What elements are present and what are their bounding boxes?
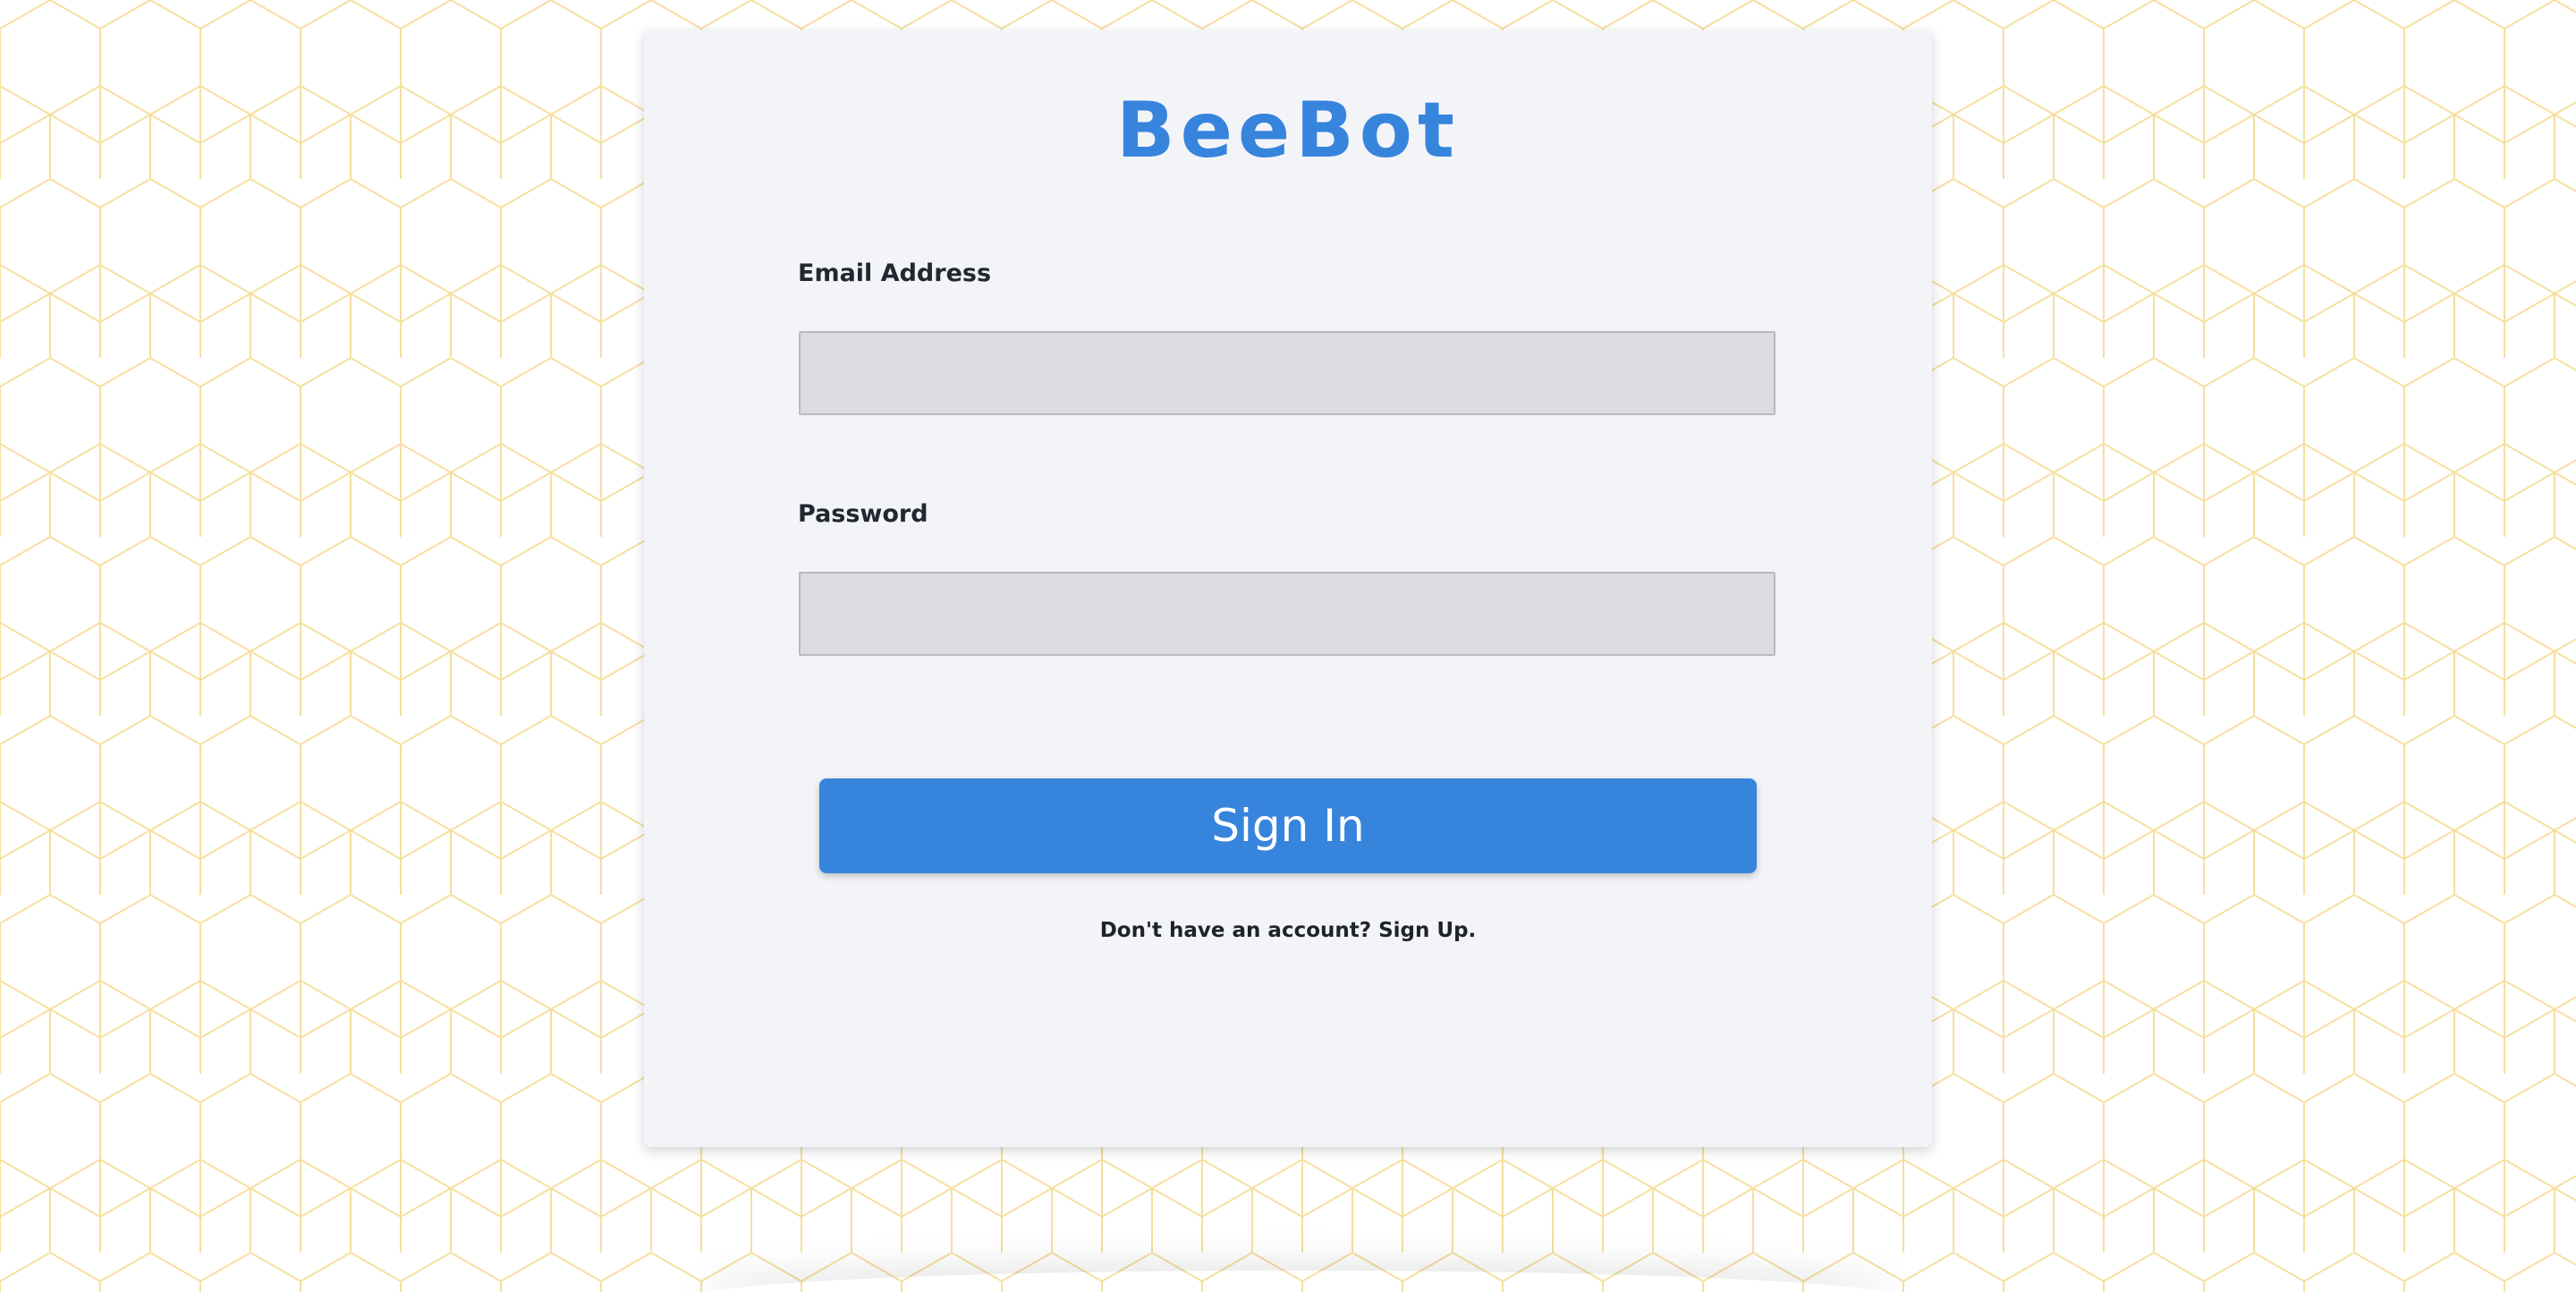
password-label: Password xyxy=(798,500,928,528)
brand-logo: BeeBot xyxy=(1116,86,1460,175)
email-input[interactable] xyxy=(799,331,1775,415)
sign-up-link[interactable]: Don't have an account? Sign Up. xyxy=(644,914,1932,947)
login-card: BeeBot Email Address Password Sign In Do… xyxy=(644,30,1932,1147)
email-label: Email Address xyxy=(798,259,992,287)
sign-in-button[interactable]: Sign In xyxy=(819,778,1757,873)
password-input[interactable] xyxy=(799,572,1775,656)
